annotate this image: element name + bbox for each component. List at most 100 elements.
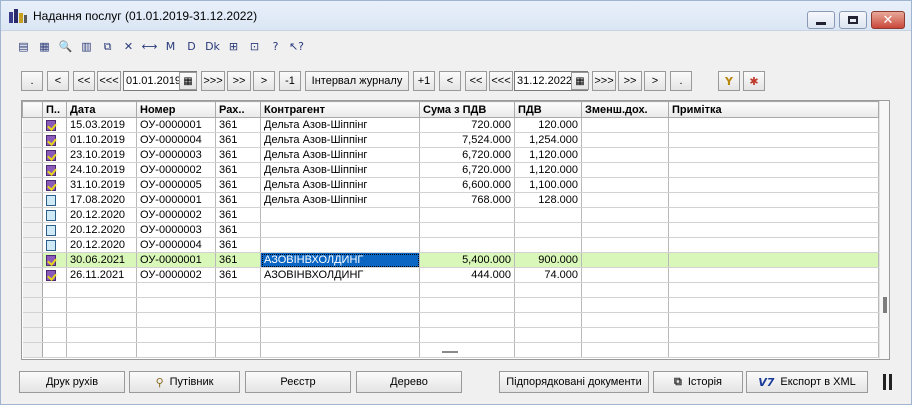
cell-number[interactable]: ОУ-0000003	[136, 147, 216, 163]
tree-button[interactable]: Дерево	[356, 371, 462, 393]
cell-note[interactable]	[668, 117, 879, 133]
cell-sum[interactable]: 720.000	[419, 117, 515, 133]
cell-date[interactable]: 30.06.2021	[66, 252, 137, 268]
cell-note[interactable]	[668, 147, 879, 163]
cell-sum[interactable]: 444.000	[419, 267, 515, 283]
row-indicator[interactable]	[22, 222, 43, 238]
column-header[interactable]: Сума з ПДВ	[419, 101, 515, 118]
period-end-next3-button[interactable]: >>>	[592, 71, 616, 91]
cell-reduce[interactable]	[581, 237, 669, 253]
edit-list-icon[interactable]: ▥	[78, 38, 95, 55]
end-calendar-button[interactable]: ▦	[571, 72, 589, 90]
cell-date[interactable]: 20.12.2020	[66, 237, 137, 253]
find-icon[interactable]: 🔍	[57, 38, 74, 55]
cell-date[interactable]: 31.10.2019	[66, 177, 137, 193]
table-row[interactable]: 20.12.2020 ОУ-0000003 361	[22, 222, 879, 238]
cell-note[interactable]	[668, 237, 879, 253]
add-copy-icon[interactable]: ▦	[36, 38, 53, 55]
column-header[interactable]: Зменш.дох.	[581, 101, 669, 118]
cell-number[interactable]: ОУ-0000002	[136, 162, 216, 178]
documents-grid[interactable]: П.. Дата Номер Рах.. Контрагент Сума з ПДВ ПДВ…	[21, 100, 890, 360]
register-button[interactable]: Реєстр	[245, 371, 351, 393]
cell-counterparty[interactable]: Дельта Азов-Шіппінг	[260, 117, 420, 133]
cell-number[interactable]: ОУ-0000005	[136, 177, 216, 193]
cell-account[interactable]: 361	[215, 267, 261, 283]
table-row[interactable]: 30.06.2021 ОУ-0000001 361 АЗОВІНВХОЛДИНГ 5,4…	[22, 252, 879, 268]
cell-number[interactable]: ОУ-0000001	[136, 117, 216, 133]
column-header[interactable]: Примітка	[668, 101, 879, 118]
table-row[interactable]: 26.11.2021 ОУ-0000002 361 АЗОВІНВХОЛДИНГ 444…	[22, 267, 879, 283]
period-end-prev3-button[interactable]: <<<	[489, 71, 513, 91]
delete-icon[interactable]: ✕	[120, 38, 137, 55]
cell-account[interactable]: 361	[215, 117, 261, 133]
cell-reduce[interactable]	[581, 252, 669, 268]
cell-counterparty[interactable]: Дельта Азов-Шіппінг	[260, 162, 420, 178]
period-end-prev-button[interactable]: <	[439, 71, 461, 91]
table-row[interactable]: 17.08.2020 ОУ-0000001 361 Дельта Азов-Шіппі…	[22, 192, 879, 208]
cell-note[interactable]	[668, 222, 879, 238]
period-start-prev3-button[interactable]: <<<	[97, 71, 121, 91]
cell-counterparty[interactable]: АЗОВІНВХОЛДИНГ	[260, 267, 420, 283]
cell-vat[interactable]	[514, 237, 582, 253]
cell-note[interactable]	[668, 132, 879, 148]
cell-account[interactable]: 361	[215, 147, 261, 163]
cell-reduce[interactable]	[581, 192, 669, 208]
cell-account[interactable]: 361	[215, 207, 261, 223]
cell-sum[interactable]: 7,524.000	[419, 132, 515, 148]
close-button[interactable]: ✕	[871, 11, 905, 29]
cell-reduce[interactable]	[581, 162, 669, 178]
cell-sum[interactable]	[419, 207, 515, 223]
cell-counterparty[interactable]: Дельта Азов-Шіппінг	[260, 177, 420, 193]
history-button[interactable]: ⧉ Історія	[653, 371, 743, 393]
subordinate-documents-button[interactable]: Підпорядковані документи	[499, 371, 649, 393]
cell-note[interactable]	[668, 207, 879, 223]
cell-counterparty[interactable]: Дельта Азов-Шіппінг	[260, 192, 420, 208]
cell-sum[interactable]	[419, 237, 515, 253]
cell-note[interactable]	[668, 192, 879, 208]
column-header[interactable]: Контрагент	[260, 101, 420, 118]
resize-grip[interactable]	[442, 351, 458, 353]
minimize-button[interactable]	[807, 11, 835, 29]
cell-account[interactable]: 361	[215, 177, 261, 193]
cell-reduce[interactable]	[581, 147, 669, 163]
table-row[interactable]: 15.03.2019 ОУ-0000001 361 Дельта Азов-Шіппі…	[22, 117, 879, 133]
cell-account[interactable]: 361	[215, 252, 261, 268]
column-header[interactable]: П..	[42, 101, 67, 118]
period-end-next-button[interactable]: >	[644, 71, 666, 91]
cell-number[interactable]: ОУ-0000001	[136, 192, 216, 208]
table-row[interactable]: 31.10.2019 ОУ-0000005 361 Дельта Азов-Шіппі…	[22, 177, 879, 193]
row-indicator[interactable]	[22, 207, 43, 223]
cell-counterparty[interactable]	[260, 237, 420, 253]
vertical-scrollbar[interactable]	[879, 101, 889, 359]
cell-account[interactable]: 361	[215, 222, 261, 238]
filter-icon[interactable]: M	[162, 38, 179, 55]
cell-sum[interactable]: 768.000	[419, 192, 515, 208]
column-header[interactable]: Номер	[136, 101, 216, 118]
row-indicator[interactable]	[22, 237, 43, 253]
cell-vat[interactable]: 1,120.000	[514, 147, 582, 163]
cell-sum[interactable]: 6,720.000	[419, 147, 515, 163]
cell-number[interactable]: ОУ-0000004	[136, 132, 216, 148]
row-indicator[interactable]	[22, 252, 43, 268]
resize-columns-icon[interactable]: ⟷	[141, 38, 158, 55]
cell-counterparty[interactable]	[260, 222, 420, 238]
add-doc-icon[interactable]: ▤	[15, 38, 32, 55]
cell-date[interactable]: 20.12.2020	[66, 207, 137, 223]
column-header[interactable]: Рах..	[215, 101, 261, 118]
table-row[interactable]: 20.12.2020 ОУ-0000004 361	[22, 237, 879, 253]
cell-date[interactable]: 01.10.2019	[66, 132, 137, 148]
cell-reduce[interactable]	[581, 117, 669, 133]
table-row[interactable]: 20.12.2020 ОУ-0000002 361	[22, 207, 879, 223]
cell-reduce[interactable]	[581, 207, 669, 223]
cell-vat[interactable]: 74.000	[514, 267, 582, 283]
title-bar[interactable]: Надання послуг (01.01.2019-31.12.2022) ✕	[1, 1, 911, 31]
row-indicator[interactable]	[22, 192, 43, 208]
cell-reduce[interactable]	[581, 132, 669, 148]
cell-counterparty[interactable]: Дельта Азов-Шіппінг	[260, 132, 420, 148]
cell-number[interactable]: ОУ-0000002	[136, 267, 216, 283]
clear-filter-button[interactable]: ✱	[743, 71, 765, 91]
period-start-next2-button[interactable]: >>	[227, 71, 251, 91]
print-moves-button[interactable]: Друк рухів	[19, 371, 125, 393]
cell-counterparty[interactable]: АЗОВІНВХОЛДИНГ	[260, 252, 420, 268]
period-end-reset-button[interactable]: .	[670, 71, 692, 91]
